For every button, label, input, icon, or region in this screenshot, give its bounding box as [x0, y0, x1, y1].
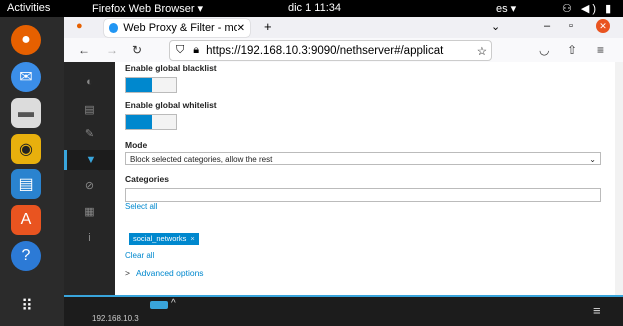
activities-button[interactable]: Activities	[7, 2, 50, 14]
category-chip[interactable]: social_networks ×	[129, 233, 199, 245]
help-icon[interactable]: ?	[11, 241, 41, 271]
reload-icon[interactable]: ↻	[132, 43, 142, 57]
menu-icon[interactable]: ≡	[593, 303, 601, 318]
tab-close-icon[interactable]: ✕	[237, 23, 245, 34]
firefox-icon[interactable]: ●	[11, 25, 41, 55]
categories-label: Categories	[125, 174, 169, 184]
categories-input[interactable]	[125, 188, 601, 202]
lock-icon[interactable]: 🔒︎	[193, 44, 199, 57]
web-filter-form: Enable global blacklist Enable global wh…	[115, 62, 615, 295]
tab-web-proxy[interactable]: Web Proxy & Filter - mon ✕	[104, 19, 250, 37]
chevron-down-icon: ⌄	[589, 155, 596, 164]
chip-label: social_networks	[133, 234, 187, 243]
share-icon[interactable]: ⇧	[567, 43, 577, 57]
clock[interactable]: dic 1 11:34	[288, 2, 341, 14]
chevron-right-icon: >	[125, 268, 130, 278]
server-icon[interactable]	[150, 301, 168, 309]
mode-select[interactable]: Block selected categories, allow the res…	[125, 152, 601, 165]
maximize-button[interactable]: ▫	[569, 20, 573, 32]
mode-select-value: Block selected categories, allow the res…	[130, 155, 273, 164]
ubuntu-dock: ● ✉ ▬ ◉ ▤ A ? ⠿	[0, 17, 64, 326]
cockpit-bottom-bar: ^ 192.168.10.3 ≡	[64, 295, 623, 326]
select-all-link[interactable]: Select all	[125, 202, 157, 211]
pocket-icon[interactable]: ◡	[539, 43, 549, 57]
advanced-options-toggle[interactable]: > Advanced options	[125, 268, 204, 278]
sidebar-filter-icon[interactable]: ▼	[64, 150, 115, 170]
browser-nav-bar: ← → ↻ ⛉ 🔒︎ https://192.168.10.3:9090/net…	[64, 38, 623, 63]
shield-icon[interactable]: ⛉	[176, 44, 184, 57]
back-icon[interactable]: ←	[78, 43, 90, 57]
toggle-knob	[126, 78, 152, 92]
files-icon[interactable]: ▬	[11, 98, 41, 128]
forward-icon[interactable]: →	[106, 43, 118, 57]
tab-favicon-icon	[109, 23, 119, 33]
sidebar-wrench-icon[interactable]: ✎	[64, 124, 115, 144]
chip-remove-icon[interactable]: ×	[190, 234, 194, 243]
minimize-button[interactable]: –	[544, 20, 550, 32]
whitelist-label: Enable global whitelist	[125, 100, 217, 110]
gnome-top-bar: Activities Firefox Web Browser ▾ dic 1 1…	[0, 0, 623, 28]
show-apps-icon[interactable]: ⠿	[16, 296, 38, 318]
browser-tab-bar: ● Web Proxy & Filter - mon ✕ + ⌄ – ▫ ✕	[64, 17, 623, 39]
new-tab-button[interactable]: +	[264, 19, 272, 34]
blacklist-label: Enable global blacklist	[125, 63, 217, 73]
input-language[interactable]: es ▾	[496, 2, 516, 15]
thunderbird-icon[interactable]: ✉	[11, 62, 41, 92]
sidebar-block-icon[interactable]: ⊘	[64, 176, 115, 196]
url-bar[interactable]: ⛉ 🔒︎ https://192.168.10.3:9090/nethserve…	[169, 40, 492, 61]
app-menu[interactable]: Firefox Web Browser ▾	[92, 2, 203, 15]
sidebar-dashboard-icon[interactable]: ◐	[64, 72, 115, 92]
sidebar-grid-icon[interactable]: ▦	[64, 202, 115, 222]
clear-all-link[interactable]: Clear all	[125, 251, 154, 260]
url-text[interactable]: https://192.168.10.3:9090/nethserver#/ap…	[206, 45, 477, 57]
bookmark-star-icon[interactable]: ☆	[477, 44, 487, 58]
software-center-icon[interactable]: A	[11, 205, 41, 235]
sidebar-list-icon[interactable]: ▤	[64, 100, 115, 120]
cockpit-sidebar: ◐ ▤ ✎ ▼ ⊘ ▦ i	[64, 62, 115, 295]
firefox-view-icon[interactable]: ●	[76, 20, 83, 32]
hamburger-menu-icon[interactable]: ≡	[597, 43, 604, 57]
rhythmbox-icon[interactable]: ◉	[11, 134, 41, 164]
close-window-button[interactable]: ✕	[596, 19, 610, 33]
list-tabs-icon[interactable]: ⌄	[491, 20, 500, 33]
writer-icon[interactable]: ▤	[11, 169, 41, 199]
sidebar-info-icon[interactable]: i	[64, 228, 115, 248]
whitelist-toggle[interactable]	[125, 114, 177, 130]
chevron-up-icon[interactable]: ^	[171, 298, 176, 309]
blacklist-toggle[interactable]	[125, 77, 177, 93]
advanced-options-label: Advanced options	[135, 268, 204, 278]
host-label: 192.168.10.3	[92, 314, 139, 323]
toggle-knob	[126, 115, 152, 129]
page-scrollbar[interactable]	[615, 62, 623, 295]
tab-title: Web Proxy & Filter - mon	[123, 22, 237, 34]
mode-label: Mode	[125, 140, 148, 150]
